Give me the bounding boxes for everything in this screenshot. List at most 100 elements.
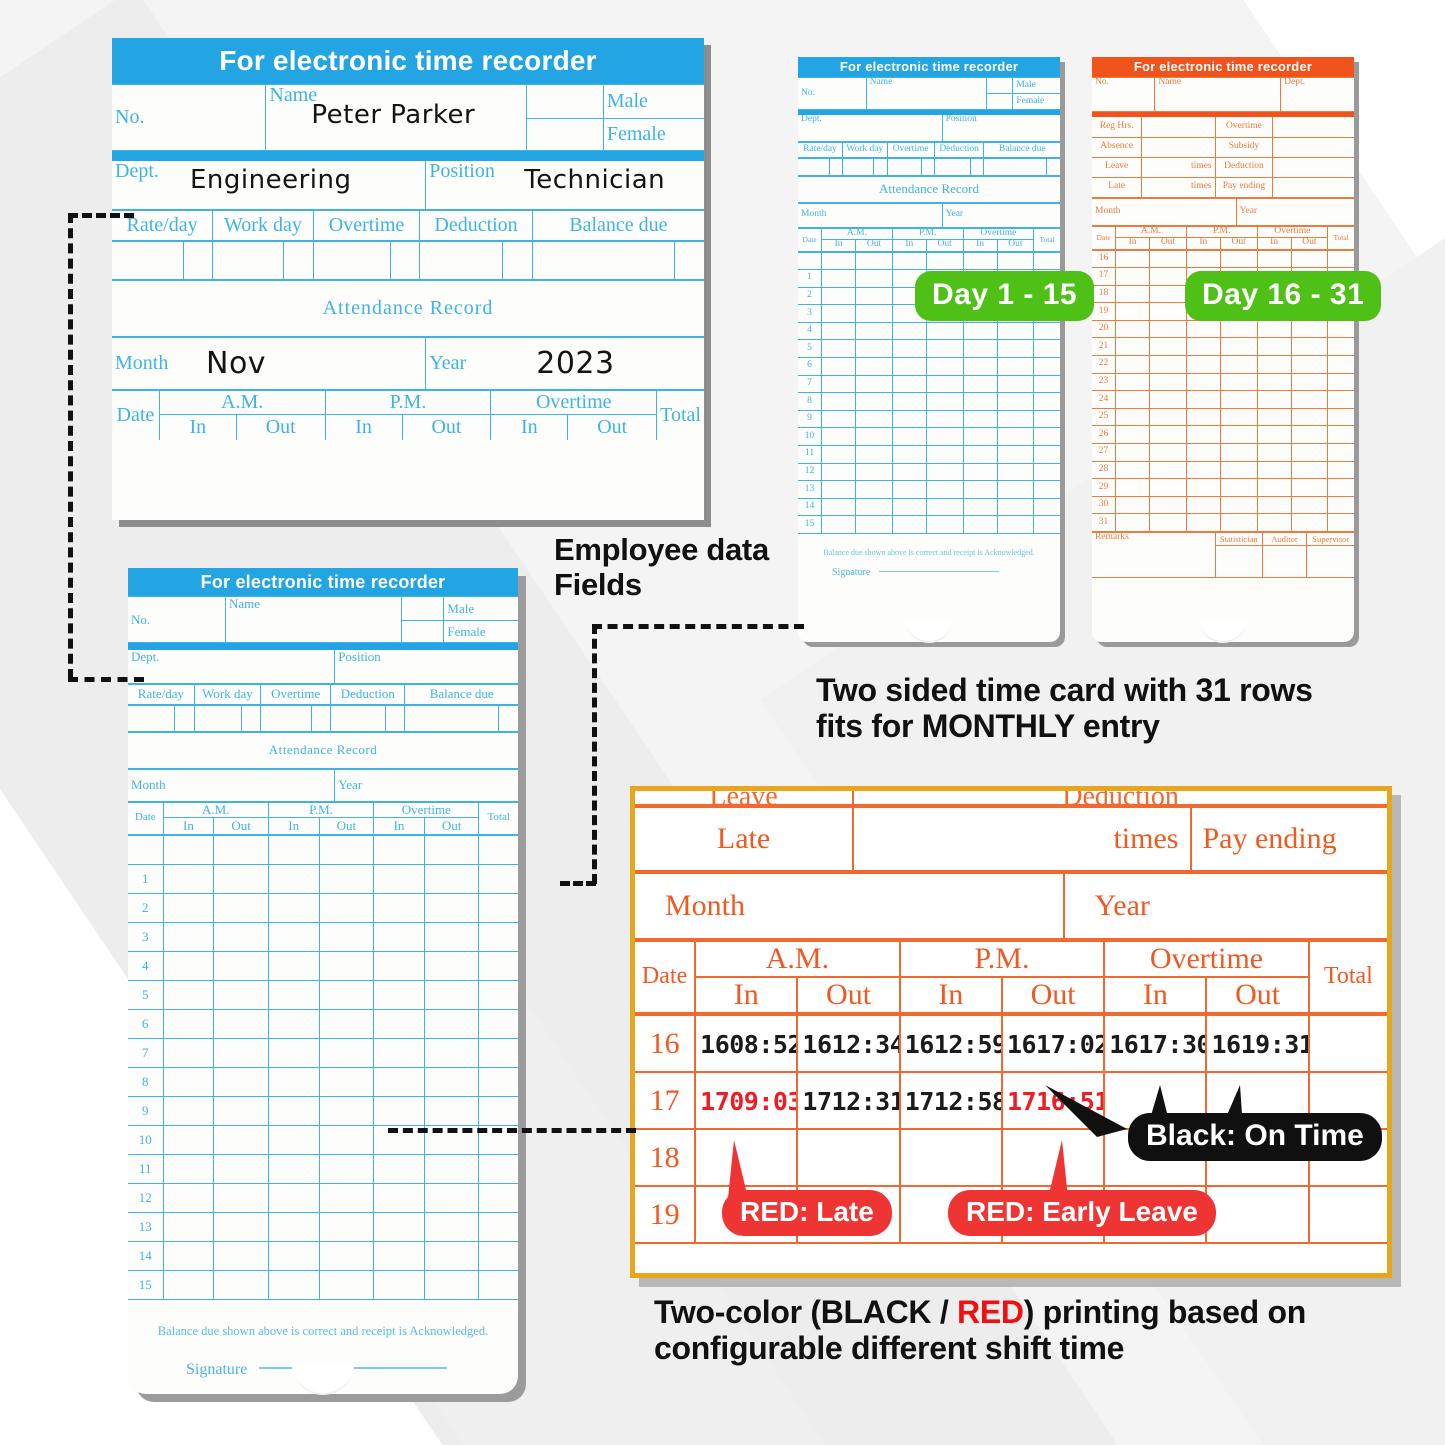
row-cell[interactable] (423, 950, 480, 981)
row-cell[interactable] (821, 286, 857, 306)
row-cell[interactable] (925, 409, 964, 429)
entry-deduction[interactable] (419, 240, 504, 280)
row-cell[interactable] (1185, 319, 1221, 339)
row-cell[interactable] (478, 1066, 518, 1097)
table-row[interactable]: 11 (798, 445, 1060, 464)
orange-auditor-sign[interactable] (1261, 545, 1308, 578)
row-cell[interactable] (267, 1124, 320, 1155)
row-cell[interactable] (478, 863, 518, 894)
row-cell[interactable] (1149, 319, 1187, 339)
table-row[interactable]: 7 (128, 1037, 518, 1068)
row-cell[interactable] (162, 1095, 215, 1126)
table-row[interactable]: 6 (128, 1008, 518, 1039)
row-cell[interactable] (267, 921, 320, 952)
row-cell[interactable] (423, 1269, 480, 1300)
row-cell[interactable] (423, 1037, 480, 1068)
row-cell[interactable] (1256, 513, 1292, 532)
table-row[interactable]: 4 (798, 321, 1060, 341)
zoom-punch-cell[interactable]: 1617:30 (1103, 1014, 1208, 1073)
table-row[interactable] (798, 251, 1060, 271)
row-cell[interactable] (1185, 478, 1221, 497)
row-cell[interactable] (891, 427, 927, 447)
row-cell[interactable] (478, 950, 518, 981)
row-cell[interactable] (373, 1008, 425, 1039)
row-cell[interactable] (1185, 460, 1221, 480)
row-cell[interactable] (1115, 390, 1151, 409)
table-row[interactable]: 23 (1092, 372, 1354, 392)
row-cell[interactable] (996, 339, 1035, 359)
row-cell[interactable] (373, 1182, 425, 1213)
row-cell[interactable] (423, 1095, 480, 1126)
row-cell[interactable] (162, 1211, 215, 1242)
row-cell[interactable] (1219, 372, 1258, 392)
entry-rate-day[interactable] (112, 240, 184, 280)
table-row[interactable]: 15 (798, 515, 1060, 534)
row-cell[interactable] (1290, 372, 1329, 392)
blue-entry-1[interactable] (798, 157, 830, 176)
row-cell[interactable] (891, 392, 927, 411)
table-row[interactable]: 5 (798, 339, 1060, 359)
row-cell[interactable] (1327, 249, 1354, 269)
table-row[interactable]: 6 (798, 357, 1060, 376)
row-cell[interactable] (1115, 284, 1151, 304)
row-cell[interactable] (373, 1037, 425, 1068)
blue-entry-4d[interactable] (970, 157, 985, 176)
zoom-punch-cell[interactable]: 1619:31 (1205, 1014, 1310, 1073)
blue-signature-rule[interactable] (878, 571, 999, 572)
orange-absence-value[interactable] (1141, 136, 1216, 158)
row-cell[interactable] (213, 1269, 269, 1300)
front-entry-4[interactable] (330, 704, 386, 732)
row-cell[interactable] (267, 1037, 320, 1068)
row-cell[interactable] (1033, 427, 1060, 447)
table-row[interactable]: 13 (128, 1211, 518, 1242)
row-cell[interactable] (821, 497, 857, 517)
row-cell[interactable] (162, 892, 215, 923)
zoom-row-total[interactable] (1307, 1014, 1387, 1073)
row-cell[interactable] (925, 321, 964, 341)
entry-deduction-dec[interactable] (502, 240, 533, 280)
row-cell[interactable] (855, 339, 893, 359)
row-cell[interactable] (891, 480, 927, 499)
row-cell[interactable] (1185, 513, 1221, 532)
row-cell[interactable] (267, 950, 320, 981)
row-cell[interactable] (213, 863, 269, 894)
row-cell[interactable] (373, 1066, 425, 1097)
row-cell[interactable] (1290, 495, 1329, 515)
row-cell[interactable] (213, 979, 269, 1010)
row-cell[interactable] (855, 392, 893, 411)
table-row[interactable]: 22 (1092, 355, 1354, 374)
row-cell[interactable] (478, 1182, 518, 1213)
row-cell[interactable] (213, 1153, 269, 1184)
row-cell[interactable] (162, 1037, 215, 1068)
row-cell[interactable] (478, 1153, 518, 1184)
checkbox-female[interactable] (525, 118, 604, 151)
row-cell[interactable] (1256, 425, 1292, 445)
row-cell[interactable] (162, 921, 215, 952)
row-cell[interactable] (962, 480, 998, 499)
row-cell[interactable] (1185, 425, 1221, 445)
zoom-punch-cell[interactable] (796, 1128, 901, 1187)
row-cell[interactable] (213, 921, 269, 952)
row-cell[interactable] (213, 892, 269, 923)
row-cell[interactable] (891, 409, 927, 429)
orange-supervisor-sign[interactable] (1306, 545, 1354, 578)
table-row[interactable]: 16 (1092, 249, 1354, 269)
row-cell[interactable] (821, 269, 857, 288)
row-cell[interactable] (318, 1037, 375, 1068)
row-cell[interactable] (1219, 355, 1258, 374)
row-cell[interactable] (423, 921, 480, 952)
row-cell[interactable] (821, 321, 857, 341)
row-cell[interactable] (267, 1240, 320, 1271)
row-cell[interactable] (373, 950, 425, 981)
row-cell[interactable] (1115, 443, 1151, 462)
row-cell[interactable] (1115, 337, 1151, 357)
row-cell[interactable] (1149, 284, 1187, 304)
row-cell[interactable] (1256, 319, 1292, 339)
checkbox-male[interactable] (525, 84, 604, 119)
table-row[interactable]: 3 (128, 921, 518, 952)
zoom-punch-cell[interactable]: 1612:59 (898, 1014, 1003, 1073)
orange-subsidy-value[interactable] (1272, 136, 1354, 158)
row-cell[interactable] (213, 1095, 269, 1126)
table-row[interactable]: 30 (1092, 495, 1354, 515)
row-cell[interactable] (1290, 425, 1329, 445)
